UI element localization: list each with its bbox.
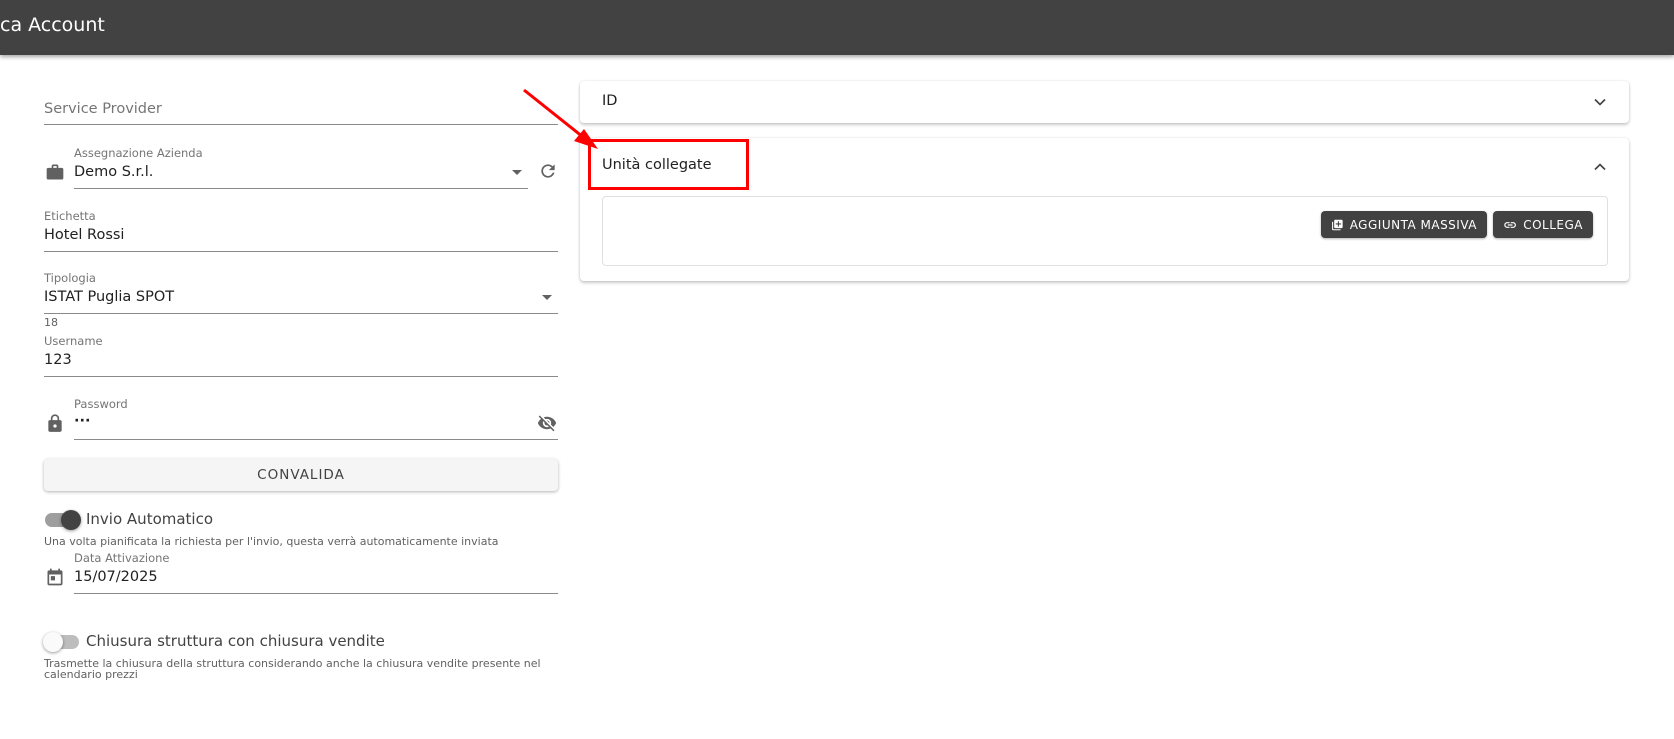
activation-date-field[interactable]: Data Attivazione 15/07/2025 [74,551,558,594]
lock-icon [48,414,62,432]
tipologia-select[interactable]: Tipologia ISTAT Puglia SPOT [44,271,558,314]
id-panel-title: ID [602,93,618,109]
tipologia-label: Tipologia [44,271,96,285]
eye-off-icon[interactable] [536,413,558,433]
units-panel-content: AGGIUNTA MASSIVA COLLEGA [602,196,1608,266]
username-label: Username [44,334,103,348]
password-value: ··· [74,413,91,429]
etichetta-label: Etichetta [44,209,96,223]
company-select[interactable]: Assegnazione Azienda Demo S.r.l. [74,146,528,189]
tipologia-hint: 18 [44,316,58,329]
closure-toggle[interactable] [43,632,79,652]
closure-label: Chiusura struttura con chiusura vendite [86,632,385,650]
username-field[interactable]: Username 123 [44,334,558,377]
convalida-button[interactable]: CONVALIDA [44,459,558,491]
chevron-up-icon[interactable] [1590,157,1610,177]
refresh-icon[interactable] [538,161,558,181]
auto-send-toggle-knob [61,510,81,530]
tipologia-value: ISTAT Puglia SPOT [44,289,175,305]
auto-send-toggle[interactable] [45,510,81,530]
link-icon [1504,221,1516,228]
username-value: 123 [44,352,72,368]
library-add-icon [1332,219,1343,230]
company-label: Assegnazione Azienda [74,146,203,160]
tipologia-dropdown-caret[interactable] [542,295,552,300]
app-header: ca Account [0,0,1674,55]
closure-hint-line2: calendario prezzi [44,668,138,681]
company-dropdown-caret[interactable] [512,170,522,175]
etichetta-value: Hotel Rossi [44,227,125,243]
etichetta-field[interactable]: Etichetta Hotel Rossi [44,209,558,252]
auto-send-hint: Una volta pianificata la richiesta per l… [44,535,499,548]
password-field[interactable]: Password ··· [74,397,558,440]
id-panel[interactable]: ID [580,81,1629,123]
annotation-highlight-box [588,139,749,190]
bulk-add-button[interactable]: AGGIUNTA MASSIVA [1321,211,1487,238]
service-provider-field[interactable]: Service Provider [44,96,558,125]
briefcase-icon [46,164,64,180]
link-button[interactable]: COLLEGA [1493,211,1593,238]
service-provider-placeholder: Service Provider [44,101,162,117]
link-label: COLLEGA [1523,217,1583,232]
activation-date-value: 15/07/2025 [74,569,158,585]
closure-toggle-knob [43,632,63,652]
chevron-down-icon[interactable] [1590,92,1610,112]
auto-send-label: Invio Automatico [86,510,214,528]
password-label: Password [74,397,128,411]
calendar-icon[interactable] [45,567,65,587]
bulk-add-label: AGGIUNTA MASSIVA [1349,217,1477,232]
company-value: Demo S.r.l. [74,164,154,180]
page-title: ca Account [0,14,105,36]
activation-date-label: Data Attivazione [74,551,170,565]
